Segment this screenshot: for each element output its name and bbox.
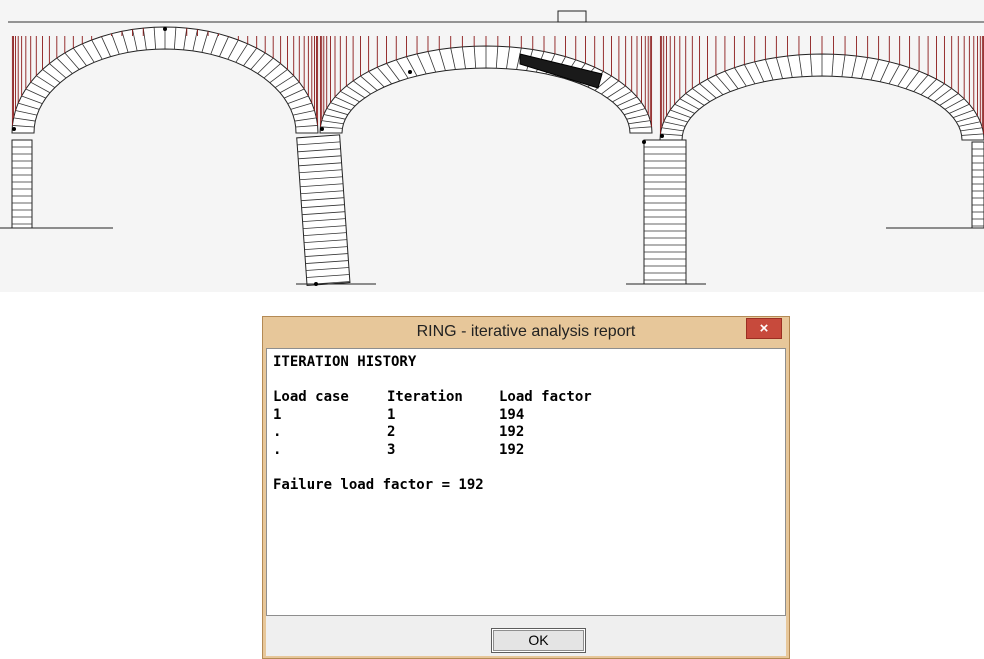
cell-iteration: 3	[387, 441, 396, 458]
bridge-analysis-canvas	[0, 0, 984, 292]
report-column-headers: Load case Iteration Load factor	[273, 389, 785, 407]
pier-body	[643, 139, 687, 285]
dialog-button-area: OK	[266, 616, 786, 656]
hinge-marker	[314, 282, 318, 286]
report-heading: ITERATION HISTORY	[273, 354, 417, 370]
analysis-report-dialog: RING - iterative analysis report × ITERA…	[262, 316, 790, 659]
ok-button[interactable]: OK	[491, 628, 586, 653]
tilted-pier	[296, 134, 351, 287]
iteration-row: . 3 192	[273, 442, 785, 460]
cell-load-case: .	[273, 424, 282, 440]
cell-load-factor: 194	[499, 406, 525, 423]
failure-load-factor: Failure load factor = 192	[273, 476, 484, 493]
close-button[interactable]: ×	[746, 318, 782, 339]
hinge-marker	[12, 127, 16, 131]
right-abutment	[971, 141, 984, 229]
iteration-row: 1 1 194	[273, 407, 785, 425]
hinge-marker	[408, 70, 412, 74]
pier-body	[11, 139, 33, 229]
cell-iteration: 1	[387, 406, 396, 423]
cell-load-case: 1	[273, 406, 282, 423]
column-header-iteration: Iteration	[387, 389, 463, 405]
hinge-marker	[320, 127, 324, 131]
multi-span-arch-bridge-drawing	[0, 10, 984, 287]
close-icon: ×	[759, 320, 769, 337]
pier-body	[971, 141, 984, 229]
cell-iteration: 2	[387, 424, 396, 440]
hinge-marker	[642, 140, 646, 144]
cell-load-case: .	[273, 441, 282, 458]
dialog-title: RING - iterative analysis report	[416, 323, 636, 340]
cell-load-factor: 192	[499, 441, 525, 458]
report-text-area[interactable]: ITERATION HISTORY Load case Iteration Load…	[266, 348, 786, 616]
right-pier	[643, 139, 687, 285]
cell-load-factor: 192	[499, 424, 525, 440]
hinge-marker	[660, 134, 664, 138]
column-header-load-factor: Load factor	[499, 389, 592, 405]
dialog-titlebar[interactable]: RING - iterative analysis report ×	[263, 317, 789, 347]
hinge-marker	[163, 27, 167, 31]
load-block	[557, 10, 587, 23]
column-header-load-case: Load case	[273, 389, 349, 405]
pier-body	[296, 134, 351, 287]
left-abutment	[11, 139, 33, 229]
iteration-row: . 2 192	[273, 424, 785, 442]
